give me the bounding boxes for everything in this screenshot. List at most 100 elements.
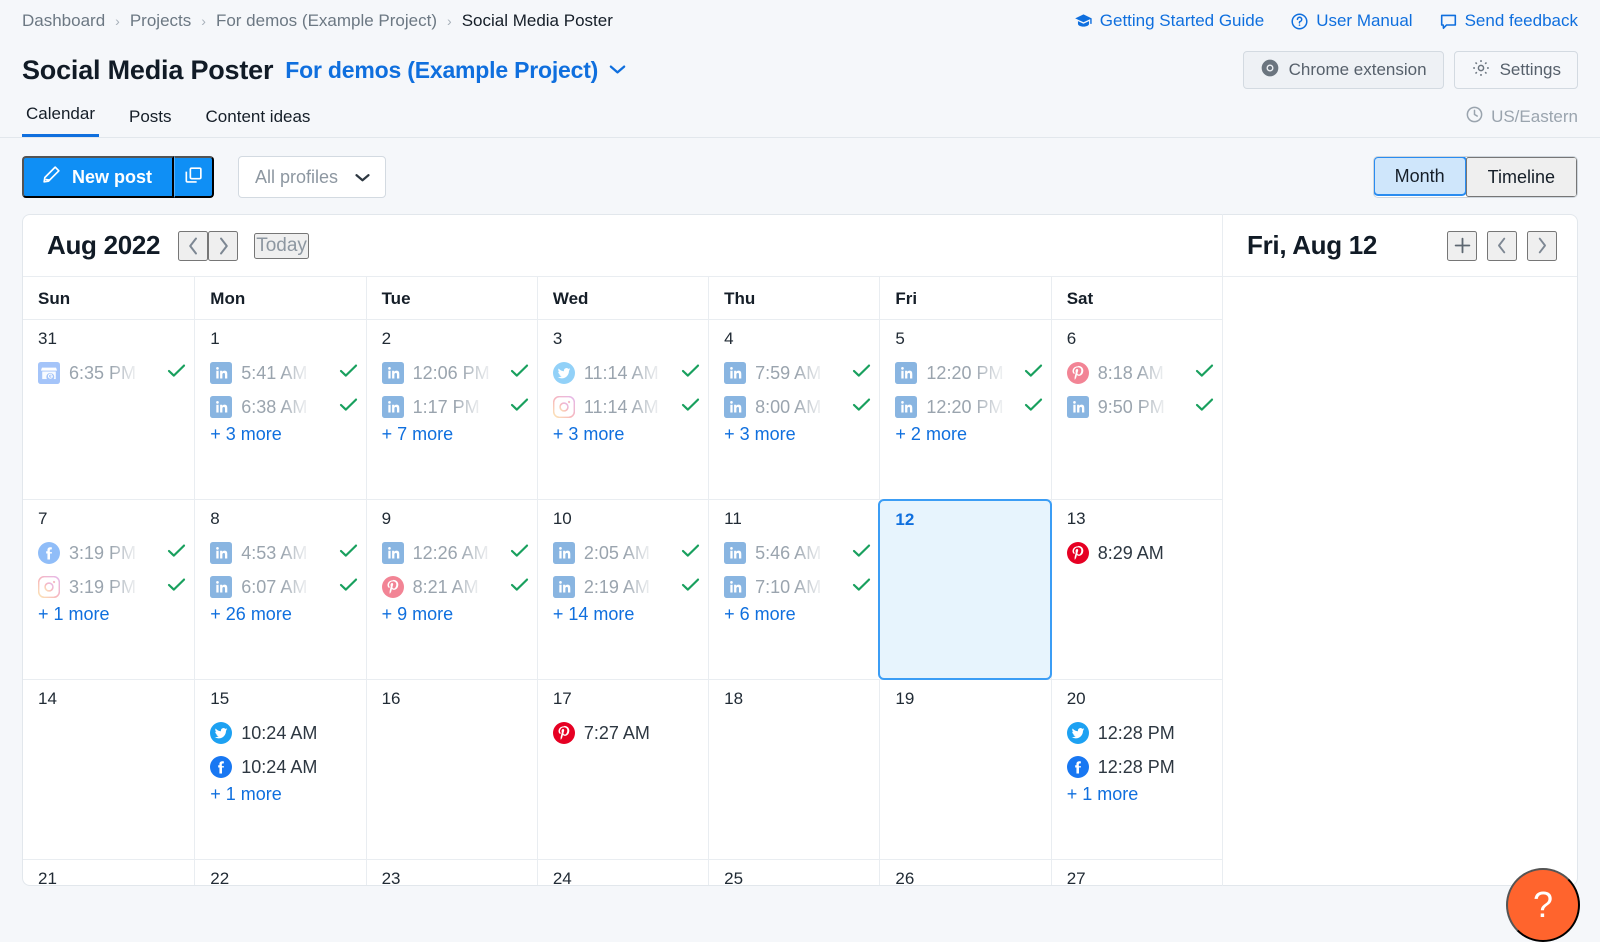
calendar-day-cell-20[interactable]: 2012:28 PM12:28 PM+ 1 more <box>1051 680 1222 859</box>
calendar-day-cell-7[interactable]: 73:19 PM3:19 PM+ 1 more <box>23 500 194 679</box>
calendar-day-cell-12[interactable]: 12 <box>878 499 1051 680</box>
tab-bar: Calendar Posts Content ideas US/Eastern <box>0 94 1600 138</box>
calendar-event[interactable]: 12:20 PM <box>880 390 1050 424</box>
tab-posts[interactable]: Posts <box>125 107 176 137</box>
calendar-day-cell-5[interactable]: 512:20 PM12:20 PM+ 2 more <box>879 320 1050 499</box>
calendar-event[interactable]: 3:19 PM <box>23 570 194 604</box>
show-more-link[interactable]: + 6 more <box>709 604 796 624</box>
calendar-event[interactable]: 4:53 AM <box>195 536 365 570</box>
calendar-day-cell-13[interactable]: 138:29 AM <box>1051 500 1222 679</box>
show-more-link[interactable]: + 3 more <box>538 424 625 444</box>
calendar-event[interactable]: 11:14 AM <box>538 356 708 390</box>
project-selector-label[interactable]: For demos (Example Project) <box>285 57 598 84</box>
calendar-day-cell-8[interactable]: 84:53 AM6:07 AM+ 26 more <box>194 500 365 679</box>
calendar-day-cell-3[interactable]: 311:14 AM11:14 AM+ 3 more <box>537 320 708 499</box>
calendar-event[interactable]: 12:06 PM <box>367 356 537 390</box>
show-more-link[interactable]: + 1 more <box>195 784 282 804</box>
calendar-day-cell-10[interactable]: 102:05 AM2:19 AM+ 14 more <box>537 500 708 679</box>
calendar-day-cell-25[interactable]: 25 <box>708 860 879 886</box>
calendar-day-cell-18[interactable]: 18 <box>708 680 879 859</box>
show-more-link[interactable]: + 1 more <box>23 604 110 624</box>
calendar-day-cell-14[interactable]: 14 <box>23 680 194 859</box>
new-post-button[interactable]: New post <box>22 156 174 198</box>
view-mode-timeline[interactable]: Timeline <box>1466 157 1577 197</box>
calendar-day-cell-27[interactable]: 27 <box>1051 860 1222 886</box>
calendar-event[interactable]: 7:27 AM <box>538 716 708 750</box>
calendar-day-cell-23[interactable]: 23 <box>366 860 537 886</box>
show-more-link[interactable]: + 3 more <box>195 424 282 444</box>
show-more-link[interactable]: + 7 more <box>367 424 454 444</box>
calendar-event[interactable]: 12:28 PM <box>1052 716 1222 750</box>
breadcrumb-item-1[interactable]: Dashboard <box>22 11 105 31</box>
chevron-down-icon[interactable] <box>608 62 627 79</box>
calendar-event[interactable]: 8:18 AM <box>1052 356 1222 390</box>
calendar-event[interactable]: 11:14 AM <box>538 390 708 424</box>
send-feedback-link[interactable]: Send feedback <box>1439 11 1578 31</box>
settings-button[interactable]: Settings <box>1454 51 1578 89</box>
calendar-day-cell-6[interactable]: 68:18 AM9:50 PM <box>1051 320 1222 499</box>
calendar-day-cell-16[interactable]: 16 <box>366 680 537 859</box>
tab-calendar[interactable]: Calendar <box>22 104 99 137</box>
calendar-event[interactable]: 12:26 AM <box>367 536 537 570</box>
calendar-event[interactable]: 2:19 AM <box>538 570 708 604</box>
help-button[interactable]: ? <box>1506 868 1580 942</box>
profiles-filter-select[interactable]: All profiles <box>238 156 386 198</box>
duplicate-post-button[interactable] <box>174 156 214 198</box>
calendar-day-cell-9[interactable]: 912:26 AM8:21 AM+ 9 more <box>366 500 537 679</box>
breadcrumb-item-2[interactable]: Projects <box>130 11 191 31</box>
calendar-event[interactable]: 12:20 PM <box>880 356 1050 390</box>
show-more-link[interactable]: + 2 more <box>880 424 967 444</box>
calendar-event[interactable]: 6:07 AM <box>195 570 365 604</box>
calendar-event[interactable]: 3:19 PM <box>23 536 194 570</box>
prev-day-button[interactable] <box>1487 231 1517 261</box>
show-more-link[interactable]: + 14 more <box>538 604 635 624</box>
show-more-link[interactable]: + 26 more <box>195 604 292 624</box>
calendar-event[interactable]: 6:38 AM <box>195 390 365 424</box>
calendar-event[interactable]: 8:21 AM <box>367 570 537 604</box>
calendar-event[interactable]: 7:59 AM <box>709 356 879 390</box>
calendar-event-time: 9:50 PM <box>1098 397 1165 418</box>
calendar-day-cell-26[interactable]: 26 <box>879 860 1050 886</box>
calendar-day-cell-4[interactable]: 47:59 AM8:00 AM+ 3 more <box>708 320 879 499</box>
calendar-event[interactable]: 8:29 AM <box>1052 536 1222 570</box>
calendar-event[interactable]: 5:41 AM <box>195 356 365 390</box>
calendar-day-cell-21[interactable]: 21 <box>23 860 194 886</box>
calendar-event[interactable]: 6:35 PM <box>23 356 194 390</box>
calendar-event[interactable]: 8:00 AM <box>709 390 879 424</box>
view-mode-month[interactable]: Month <box>1373 156 1467 196</box>
breadcrumb-item-4: Social Media Poster <box>462 11 613 31</box>
calendar-day-cell-17[interactable]: 177:27 AM <box>537 680 708 859</box>
calendar-event[interactable]: 9:50 PM <box>1052 390 1222 424</box>
calendar-day-cell-31[interactable]: 316:35 PM <box>23 320 194 499</box>
chrome-extension-button[interactable]: Chrome extension <box>1243 51 1444 89</box>
calendar-event[interactable]: 7:10 AM <box>709 570 879 604</box>
show-more-link[interactable]: + 9 more <box>367 604 454 624</box>
today-button[interactable]: Today <box>254 233 309 259</box>
tab-content-ideas[interactable]: Content ideas <box>202 107 315 137</box>
prev-month-button[interactable] <box>178 231 208 261</box>
calendar-event[interactable]: 12:28 PM <box>1052 750 1222 784</box>
calendar-event[interactable]: 2:05 AM <box>538 536 708 570</box>
calendar-event-time: 12:20 PM <box>926 363 1003 384</box>
calendar-day-cell-11[interactable]: 115:46 AM7:10 AM+ 6 more <box>708 500 879 679</box>
calendar-day-cell-19[interactable]: 19 <box>879 680 1050 859</box>
calendar-day-cell-2[interactable]: 212:06 PM1:17 PM+ 7 more <box>366 320 537 499</box>
calendar-day-cell-22[interactable]: 22 <box>194 860 365 886</box>
calendar-day-cell-15[interactable]: 1510:24 AM10:24 AM+ 1 more <box>194 680 365 859</box>
show-more-link[interactable]: + 1 more <box>1052 784 1139 804</box>
published-check-icon <box>510 363 529 383</box>
next-month-button[interactable] <box>208 231 238 261</box>
calendar-event[interactable]: 1:17 PM <box>367 390 537 424</box>
calendar-day-cell-24[interactable]: 24 <box>537 860 708 886</box>
calendar-event[interactable]: 5:46 AM <box>709 536 879 570</box>
calendar-event[interactable]: 10:24 AM <box>195 750 365 784</box>
user-manual-link[interactable]: User Manual <box>1290 11 1412 31</box>
calendar-day-cell-1[interactable]: 15:41 AM6:38 AM+ 3 more <box>194 320 365 499</box>
next-day-button[interactable] <box>1527 231 1557 261</box>
calendar-event-time: 6:07 AM <box>241 577 307 598</box>
add-post-button[interactable] <box>1447 231 1477 261</box>
calendar-event[interactable]: 10:24 AM <box>195 716 365 750</box>
breadcrumb-item-3[interactable]: For demos (Example Project) <box>216 11 437 31</box>
show-more-link[interactable]: + 3 more <box>709 424 796 444</box>
getting-started-guide-link[interactable]: Getting Started Guide <box>1074 11 1264 31</box>
